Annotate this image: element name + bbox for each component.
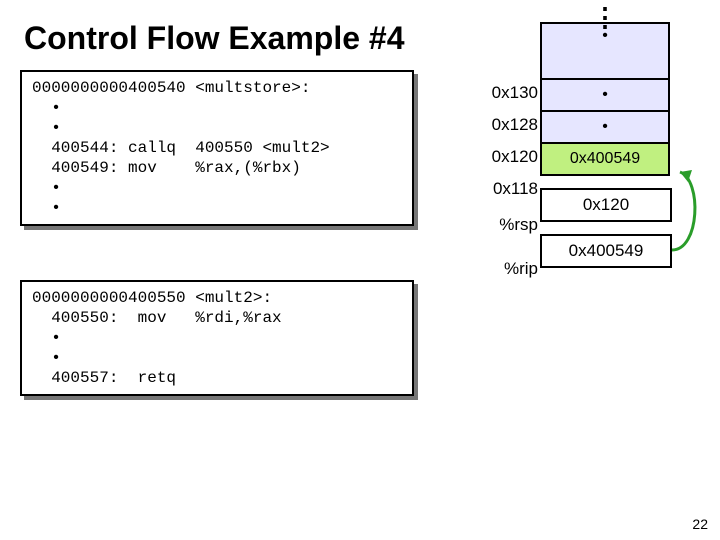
code-block-multstore: 0000000000400540 <multstore>: • • 400544… [20,70,414,226]
code-line: • [32,349,61,367]
code-line: • [32,329,61,347]
code-line: 0000000000400550 <mult2>: [32,289,272,307]
code-line: 400550: mov %rdi,%rax [32,309,282,327]
code-line: • [32,179,61,197]
rsp-label: %rsp [468,209,538,241]
code-line: 400544: callq 400550 <mult2> [32,139,330,157]
stack-addr: 0x130 [468,77,538,109]
code-line: 0000000000400540 <multstore>: [32,79,310,97]
stack-cell: • [540,112,670,144]
stack-addr: 0x128 [468,109,538,141]
rsp-value: 0x120 [540,188,672,222]
stack-addr: 0x118 [468,173,538,205]
code-line: • [32,199,61,217]
page-number: 22 [692,516,708,532]
code-line: 400557: retq [32,369,176,387]
stack-addr: 0x120 [468,141,538,173]
code-block-mult2: 0000000000400550 <mult2>: 400550: mov %r… [20,280,414,396]
rip-value: 0x400549 [540,234,672,268]
stack-cell-top: 0x400549 [540,144,670,176]
code-line: • [32,119,61,137]
dots-above-icon: ⋮ [540,12,670,22]
rip-label: %rip [468,253,538,285]
page-title: Control Flow Example #4 [24,20,405,57]
code-line: 400549: mov %rax,(%rbx) [32,159,301,177]
code-line: • [32,99,61,117]
stack-address-labels: 0x130 0x128 0x120 0x118 %rsp %rip [468,22,538,285]
stack-cell: • [540,80,670,112]
stack-column: • • • 0x400549 [540,22,670,176]
